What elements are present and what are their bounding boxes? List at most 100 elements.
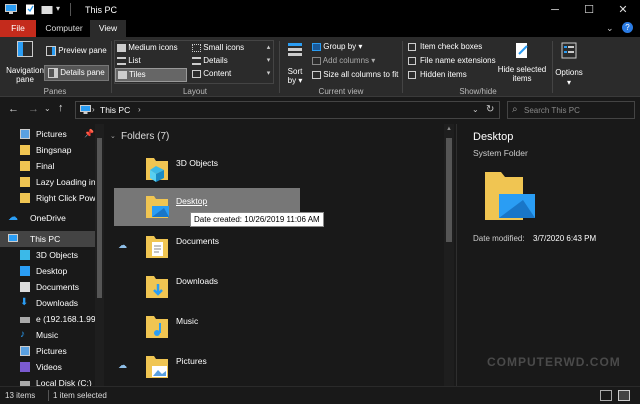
nav-item-network-drive[interactable]: e (192.168.1.99 (l [0,311,96,327]
content-scrollbar[interactable]: ▲ [444,124,454,386]
nav-item-3d-objects[interactable]: 3D Objects [0,247,96,263]
nav-item-videos[interactable]: Videos [0,359,96,375]
recent-locations-icon[interactable]: ⌄ [44,104,51,113]
details-view-icon [192,56,201,65]
nav-item-downloads[interactable]: ⬇ Downloads [0,295,96,311]
navigation-pane: Pictures 📌 Bingsnap Final Lazy Loading i… [0,124,104,386]
group-header[interactable]: Folders (7) [121,131,169,142]
ribbon-collapse-icon[interactable]: ⌄ [606,23,614,34]
nav-scroll-thumb[interactable] [97,138,102,298]
group-collapse-icon[interactable]: ⌄ [110,132,116,140]
add-columns-label: Add columns [322,56,370,65]
quick-access-dropdown-icon[interactable]: ▾ [56,4,60,13]
sort-by-button[interactable]: Sort by ▾ [284,40,306,85]
tab-computer[interactable]: Computer [38,20,90,37]
help-icon[interactable]: ? [622,22,633,33]
nav-item-final[interactable]: Final [0,158,96,174]
nav-item-bingsnap[interactable]: Bingsnap [0,142,96,158]
address-dropdown-icon[interactable]: ⌄ [472,105,479,114]
list-option[interactable]: List [117,56,141,66]
details-date-value: 3/7/2020 6:43 PM [533,234,597,243]
tab-file[interactable]: File [0,20,36,37]
folder-item-pictures[interactable]: ☁ Pictures [114,348,300,386]
ribbon-tabs: File Computer View ⌄ ? [0,20,640,37]
nav-item-desktop[interactable]: Desktop [0,263,96,279]
search-input[interactable]: Search This PC [524,106,580,115]
folder-item-3d-objects[interactable]: 3D Objects [114,150,300,188]
group-by-label: Group by [323,42,357,51]
folder-name: Documents [176,236,219,246]
list-icon [117,56,126,65]
properties-icon[interactable] [24,4,36,15]
cloud-sync-icon: ☁ [118,240,127,250]
folder-item-documents[interactable]: ☁ Documents [114,228,300,266]
forward-arrow-icon[interactable]: → [28,103,39,115]
ribbon-separator [111,41,112,93]
minimize-button[interactable]: ─ [538,0,572,20]
options-button[interactable]: Options ▾ [554,40,584,87]
up-arrow-icon[interactable]: ↑ [58,102,64,114]
cube-icon [20,250,30,260]
medium-icons-option[interactable]: Medium icons [117,43,178,53]
hide-selected-items-button[interactable]: Hide selected items [497,40,547,84]
3d-objects-folder-icon [146,158,168,182]
tab-view[interactable]: View [90,20,126,37]
nav-item-pictures-pc[interactable]: Pictures [0,343,96,359]
hidden-items-label: Hidden items [420,70,467,79]
item-check-boxes-toggle[interactable]: Item check boxes [408,42,482,52]
nav-item-lazy-loading[interactable]: Lazy Loading in [0,174,96,190]
add-columns-icon [312,56,321,65]
details-pane-icon [48,68,58,78]
folder-name: Music [176,316,199,326]
folder-item-downloads[interactable]: Downloads [114,268,300,306]
nav-item-documents[interactable]: Documents [0,279,96,295]
details-pane-button[interactable]: Details pane [44,65,109,82]
scroll-up-icon[interactable]: ▲ [444,126,454,132]
nav-item-pictures[interactable]: Pictures 📌 [0,126,96,142]
this-pc-icon [5,4,17,14]
breadcrumb-separator-icon[interactable]: › [92,105,95,114]
file-name-extensions-toggle[interactable]: File name extensions [408,56,496,66]
add-columns-button[interactable]: Add columns ▾ [312,56,375,66]
content-scroll-thumb[interactable] [446,138,452,242]
preview-pane-button[interactable]: Preview pane [46,46,107,56]
details-option[interactable]: Details [192,56,228,66]
content-option[interactable]: Content [192,69,231,79]
pictures-icon [20,346,30,356]
group-by-button[interactable]: Group by ▾ [312,42,362,52]
details-date-label: Date modified: [473,234,525,243]
ribbon: Navigation pane Preview pane Details pan… [0,37,640,97]
new-folder-icon[interactable] [41,4,53,15]
back-arrow-icon[interactable]: ← [8,103,19,115]
close-button[interactable]: ✕ [606,0,640,20]
small-icons-option[interactable]: Small icons [192,43,244,53]
nav-scrollbar[interactable] [95,124,104,386]
address-row: ← → ⌄ ↑ › This PC › ⌄ ↻ ⌕ Search This PC [0,97,640,124]
layout-scroll-arrows[interactable]: ▴ ▾ ▾ [264,41,273,83]
nav-item-onedrive[interactable]: ☁ OneDrive [0,210,96,226]
folder-item-music[interactable]: Music [114,308,300,346]
large-icons-view-toggle-icon[interactable] [618,390,630,401]
title-bar: ▾ This PC ─ ☐ ✕ [0,0,640,20]
refresh-icon[interactable]: ↻ [486,104,494,115]
size-all-columns-label: Size all columns to fit [323,70,399,79]
folder-name: Pictures [176,356,207,366]
nav-item-right-click[interactable]: Right Click Powe [0,190,96,206]
nav-item-label: Downloads [36,298,79,308]
tiles-label: Tiles [129,70,146,79]
address-bar[interactable]: › This PC › ⌄ ↻ [75,101,500,119]
details-view-toggle-icon[interactable] [600,390,612,401]
navigation-pane-label: Navigation pane [6,66,44,84]
layout-group-label: Layout [182,87,208,96]
navigation-pane-button[interactable]: Navigation pane [6,39,44,84]
search-box[interactable]: ⌕ Search This PC [507,101,635,119]
hidden-items-toggle[interactable]: Hidden items [408,70,467,80]
nav-item-this-pc[interactable]: This PC [0,231,96,247]
nav-item-music[interactable]: ♪ Music [0,327,96,343]
size-all-columns-button[interactable]: Size all columns to fit [312,70,398,80]
maximize-button[interactable]: ☐ [572,0,606,20]
tiles-option[interactable]: Tiles [115,68,187,82]
breadcrumb-this-pc[interactable]: This PC [100,105,130,115]
nav-item-local-disk[interactable]: Local Disk (C:) [0,375,96,386]
breadcrumb-separator-icon[interactable]: › [138,105,141,114]
